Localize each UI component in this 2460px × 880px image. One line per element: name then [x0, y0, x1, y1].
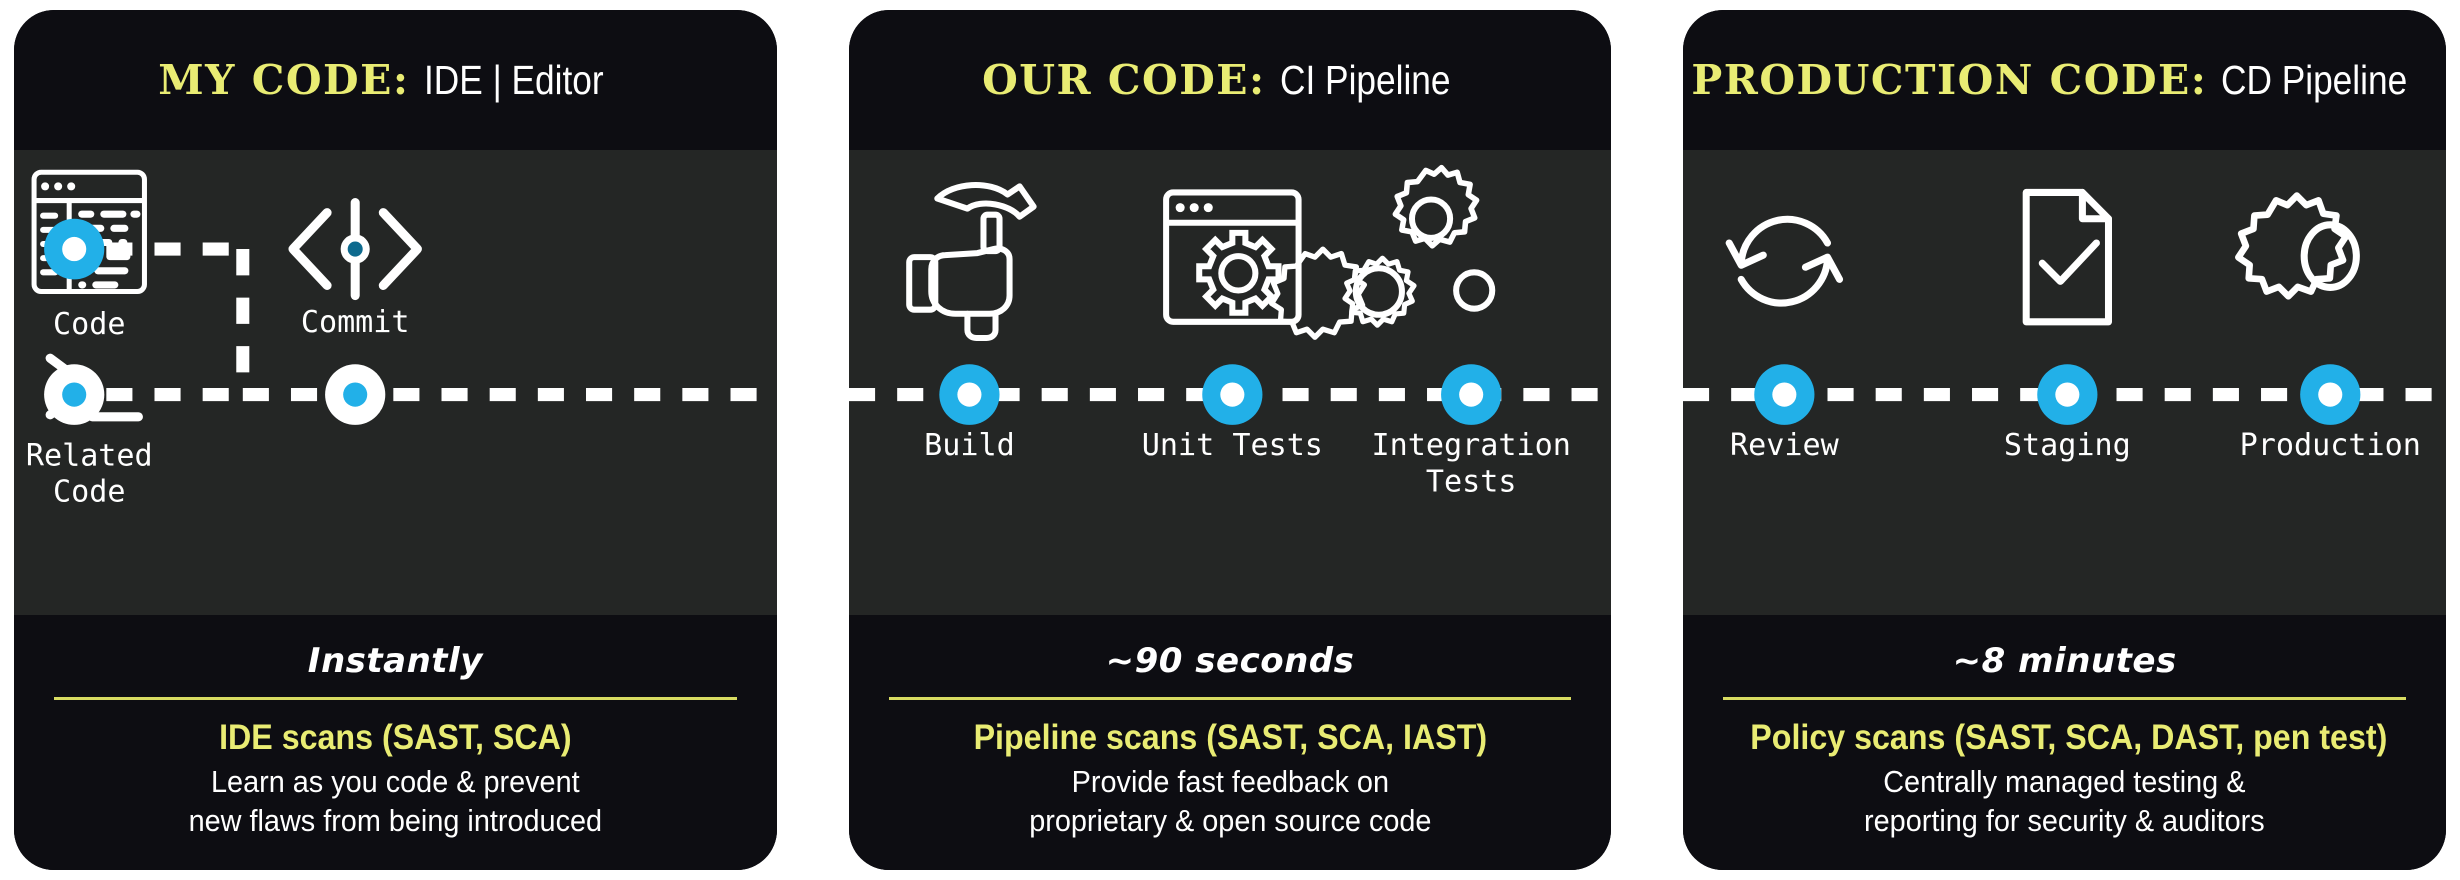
three-gears-icon	[1268, 164, 1495, 340]
pipeline-diagram-my-code: Code Related Code Commit	[26, 169, 777, 510]
header-key: MY CODE:	[158, 56, 410, 104]
header-value: CD Pipeline	[2221, 57, 2408, 103]
duration-label: Instantly	[307, 640, 483, 681]
header-key: PRODUCTION CODE:	[1691, 56, 2208, 104]
scan-title: Pipeline scans (SAST, SCA, IAST)	[973, 717, 1487, 757]
node-related-code[interactable]	[44, 364, 105, 425]
hammer-hand-icon	[905, 182, 1037, 342]
scan-desc-line2: reporting for security & auditors	[1864, 802, 2265, 838]
node-label-integration-line2: Tests	[1426, 465, 1517, 500]
scan-title: IDE scans (SAST, SCA)	[219, 717, 572, 757]
scan-title: Policy scans (SAST, SCA, DAST, pen test)	[1750, 717, 2388, 757]
card-header-production-code: PRODUCTION CODE: CD Pipeline	[1683, 10, 2447, 150]
card-my-code: MY CODE: IDE | Editor Code Related Code …	[14, 10, 777, 870]
stage-our-code: Build Unit Tests Integration Tests	[848, 150, 1612, 615]
divider-rule	[54, 696, 737, 700]
node-staging[interactable]	[2037, 364, 2098, 425]
scan-desc-line1: Provide fast feedback on	[1071, 764, 1389, 800]
scan-desc-line2: proprietary & open source code	[1028, 802, 1432, 838]
card-our-code: OUR CODE: CI Pipeline Build Unit Tests I…	[848, 10, 1612, 870]
card-footer-our-code: ~90 seconds Pipeline scans (SAST, SCA, I…	[848, 614, 1612, 870]
card-footer-production-code: ~8 minutes Policy scans (SAST, SCA, DAST…	[1683, 614, 2447, 870]
node-code[interactable]	[44, 218, 105, 280]
card-header-my-code: MY CODE: IDE | Editor	[14, 10, 777, 150]
card-footer-my-code: Instantly IDE scans (SAST, SCA) Learn as…	[14, 614, 777, 870]
node-review[interactable]	[1754, 364, 1815, 425]
header-value: CI Pipeline	[1279, 57, 1451, 103]
card-header-our-code: OUR CODE: CI Pipeline	[848, 10, 1612, 150]
node-label-review: Review	[1730, 428, 1840, 463]
scan-desc-line1: Learn as you code & prevent	[211, 764, 580, 800]
card-production-code: PRODUCTION CODE: CD Pipeline Review Stag…	[1683, 10, 2447, 870]
scan-desc-line2: new flaws from being introduced	[188, 802, 603, 838]
header-key: OUR CODE:	[982, 56, 1266, 104]
node-production[interactable]	[2300, 364, 2361, 425]
dashed-path-group	[106, 242, 777, 402]
node-commit[interactable]	[325, 364, 386, 425]
divider-rule	[888, 696, 1572, 700]
node-label-unit-tests: Unit Tests	[1141, 428, 1322, 463]
node-label-production: Production	[2240, 428, 2421, 463]
header-title: PRODUCTION CODE: CD Pipeline	[1691, 56, 2438, 104]
duration-label: ~8 minutes	[1952, 640, 2177, 681]
node-label-build: Build	[924, 428, 1015, 463]
node-label-related-line1: Related	[26, 438, 153, 473]
window-gear-icon	[1162, 189, 1302, 325]
node-unit-tests[interactable]	[1201, 364, 1263, 425]
node-label-integration-line1: Integration	[1371, 428, 1570, 463]
pipeline-diagram-our-code: Build Unit Tests Integration Tests	[848, 164, 1612, 500]
duration-label: ~90 seconds	[1105, 640, 1355, 681]
pipeline-diagram-production-code: Review Staging Production	[1683, 188, 2447, 463]
commit-brackets-icon	[288, 198, 422, 301]
node-label-commit: Commit	[301, 305, 410, 340]
header-title: MY CODE: IDE | Editor	[158, 56, 632, 104]
sync-arrows-icon	[1725, 215, 1844, 307]
scan-desc-line1: Centrally managed testing &	[1883, 764, 2246, 800]
node-integration-tests[interactable]	[1440, 364, 1501, 425]
node-label-staging: Staging	[2004, 428, 2131, 463]
stage-production-code: Review Staging Production	[1683, 150, 2447, 615]
header-value: IDE | Editor	[423, 57, 604, 103]
header-title: OUR CODE: CI Pipeline	[982, 56, 1478, 104]
gear-icon	[2235, 192, 2361, 300]
document-check-icon	[2023, 188, 2113, 326]
node-label-code: Code	[53, 307, 125, 342]
node-label-related-line2: Code	[53, 475, 125, 510]
divider-rule	[1723, 696, 2407, 700]
devsecops-pipeline-board: MY CODE: IDE | Editor Code Related Code …	[0, 0, 2460, 880]
stage-my-code: Code Related Code Commit	[14, 150, 777, 615]
node-build[interactable]	[938, 364, 1000, 425]
